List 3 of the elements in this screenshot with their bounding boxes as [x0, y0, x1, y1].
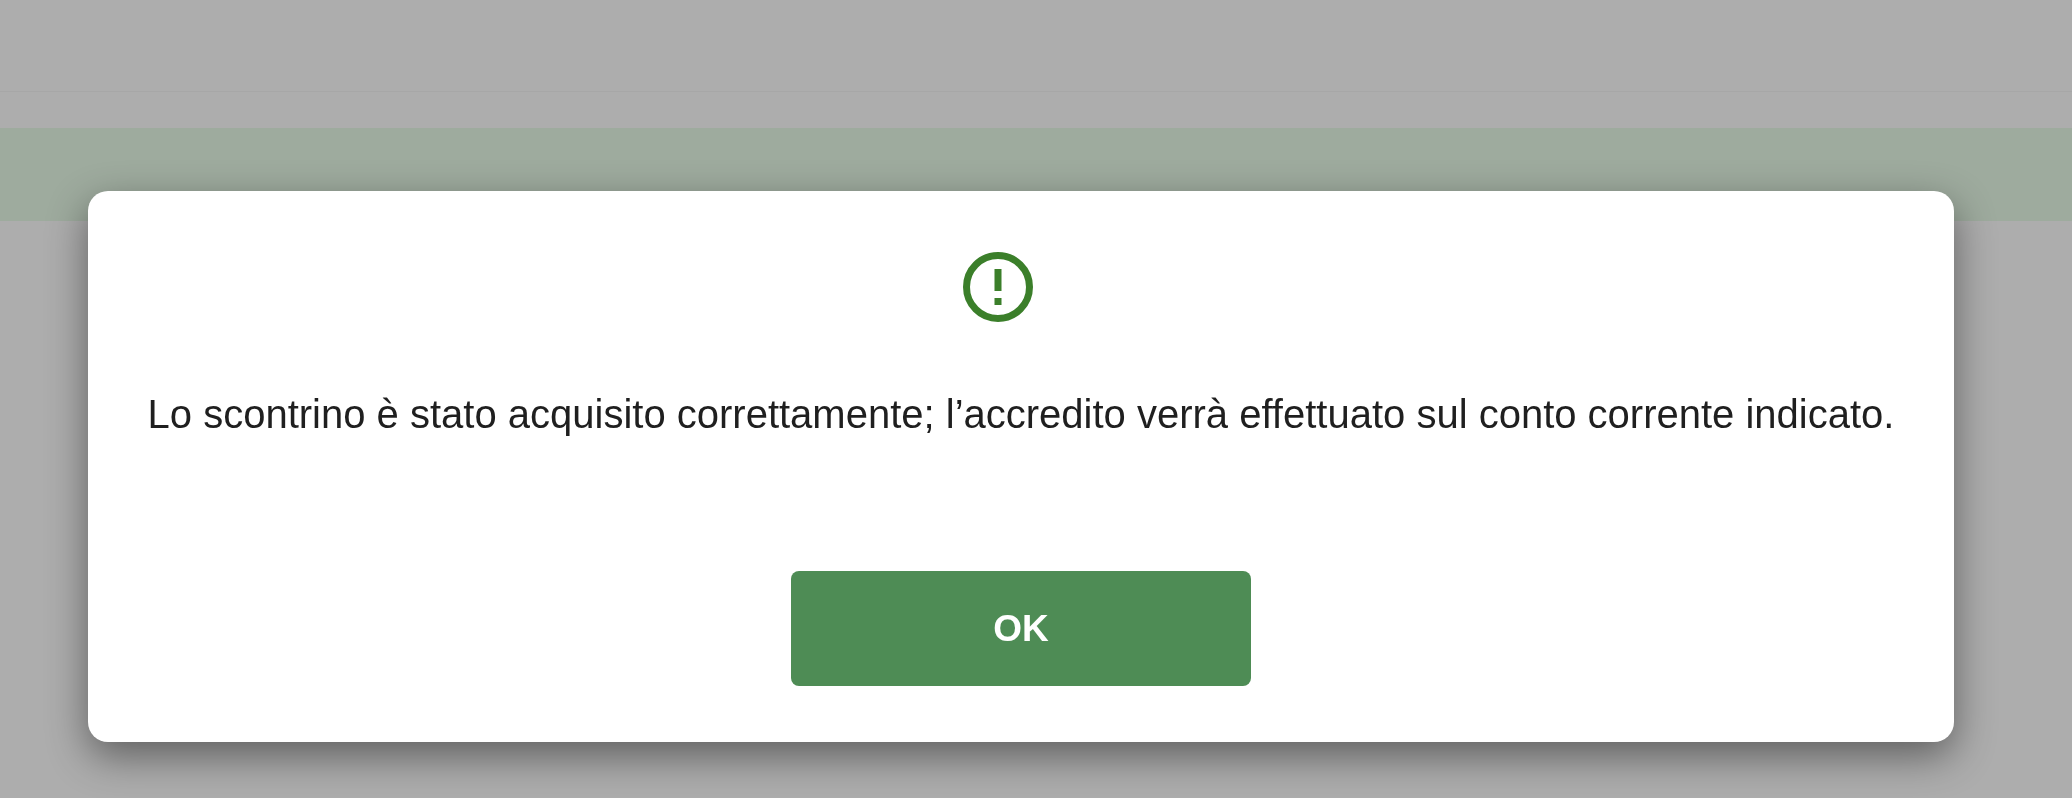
ok-button[interactable]: OK: [791, 571, 1251, 686]
dialog-message: Lo scontrino è stato acquisito correttamente; l’accredito verrà effettuato sul conto corrente indicato.: [147, 391, 1895, 438]
exclamation-circle-icon: [963, 252, 1033, 322]
